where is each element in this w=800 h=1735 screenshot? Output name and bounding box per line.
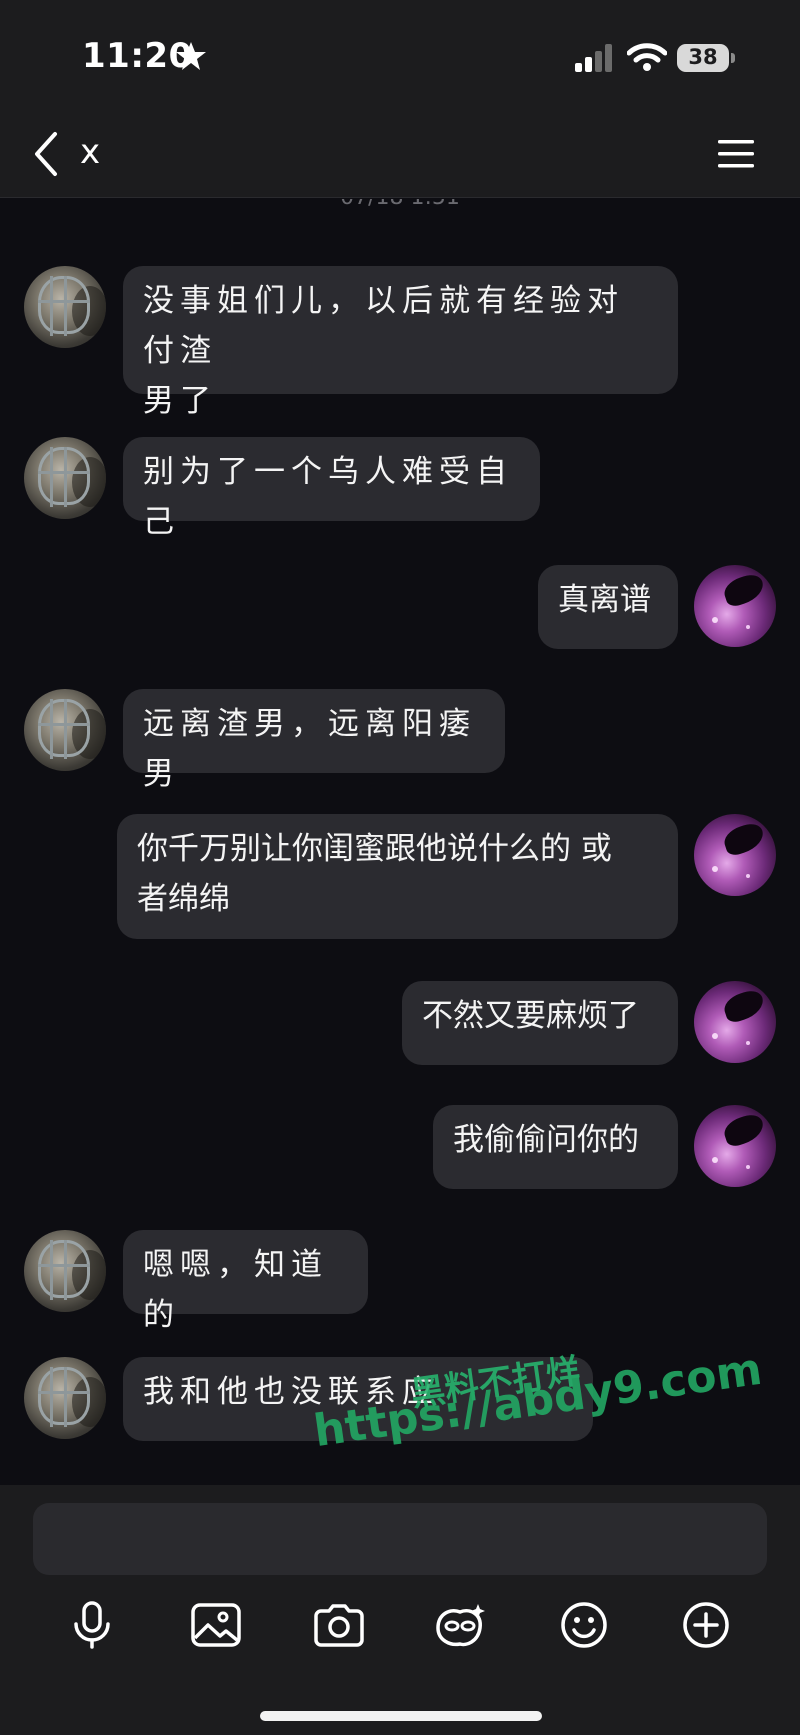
received-message[interactable]: 别为了一个乌人难受自己 (123, 437, 540, 540)
emoji-button[interactable] (554, 1595, 614, 1655)
contact-avatar[interactable] (24, 1230, 106, 1312)
my-avatar[interactable] (694, 1105, 776, 1187)
sent-message[interactable]: 我偷偷问你的 (433, 1105, 678, 1189)
status-bar: 11:20 38 (0, 0, 800, 110)
menu-button[interactable] (712, 132, 760, 176)
message-list[interactable]: 07/18 1:51 没事姐们儿，以后就有经验对付渣 男了 别为了一个乌人难受自… (0, 199, 800, 1485)
cellular-signal-icon (575, 44, 612, 72)
chat-title: x (80, 132, 101, 172)
chevron-left-icon (35, 132, 57, 176)
add-button[interactable] (676, 1595, 736, 1655)
contact-avatar[interactable] (24, 1357, 106, 1439)
emoji-icon (561, 1602, 607, 1648)
contact-avatar[interactable] (24, 689, 106, 771)
battery-level: 38 (688, 45, 718, 69)
camera-icon (314, 1604, 364, 1647)
chat-header: x (0, 110, 800, 198)
voice-button[interactable] (62, 1595, 122, 1655)
sent-message[interactable]: 你千万别让你闺蜜跟他说什么的 或 者绵绵 (117, 814, 678, 939)
composer-toolbar (0, 1595, 800, 1665)
image-icon (191, 1603, 241, 1647)
my-avatar[interactable] (694, 981, 776, 1063)
add-icon (683, 1602, 729, 1648)
received-message[interactable]: 远离渣男，远离阳痿男 (123, 689, 505, 792)
sticker-button[interactable] (430, 1595, 490, 1655)
sticker-icon (436, 1604, 485, 1647)
camera-button[interactable] (309, 1595, 369, 1655)
battery-indicator: 38 (677, 44, 735, 72)
gallery-button[interactable] (186, 1595, 246, 1655)
hamburger-menu-icon (718, 140, 754, 168)
home-indicator[interactable] (260, 1711, 542, 1721)
received-message[interactable]: 没事姐们儿，以后就有经验对付渣 男了 (123, 266, 678, 419)
back-button[interactable] (22, 128, 70, 180)
wifi-icon (627, 43, 667, 71)
received-message[interactable]: 嗯嗯，知道的 (123, 1230, 368, 1333)
message-timestamp: 07/18 1:51 (0, 199, 800, 210)
my-avatar[interactable] (694, 814, 776, 896)
microphone-icon (74, 1601, 110, 1649)
contact-avatar[interactable] (24, 266, 106, 348)
my-avatar[interactable] (694, 565, 776, 647)
message-composer (0, 1485, 800, 1735)
sent-message[interactable]: 不然又要麻烦了 (402, 981, 678, 1065)
contact-avatar[interactable] (24, 437, 106, 519)
star-icon (176, 42, 206, 70)
message-input[interactable] (33, 1503, 767, 1575)
sent-message[interactable]: 真离谱 (538, 565, 678, 649)
